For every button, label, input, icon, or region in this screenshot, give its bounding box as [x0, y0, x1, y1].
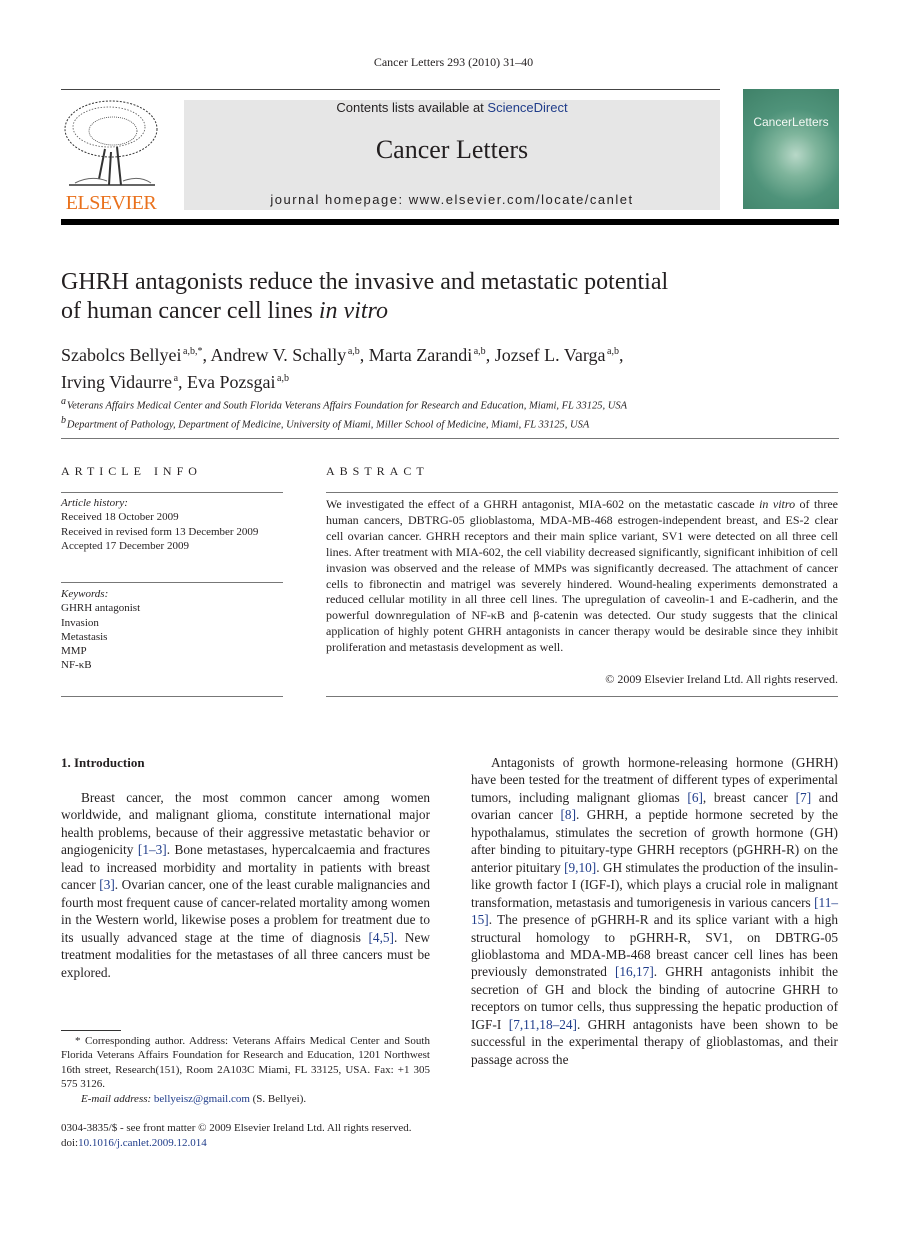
- citation-link[interactable]: [9,10]: [564, 860, 596, 875]
- citation-link[interactable]: [4,5]: [369, 930, 394, 945]
- running-head: Cancer Letters 293 (2010) 31–40: [373, 55, 534, 69]
- sciencedirect-link[interactable]: ScienceDirect: [487, 100, 567, 115]
- doi-line: doi:10.1016/j.canlet.2009.12.014: [61, 1136, 561, 1151]
- doi-prefix: doi:: [61, 1136, 79, 1149]
- author-line-1: Szabolcs Bellyei a,b,*, Andrew V. Schall…: [61, 340, 841, 367]
- keyword-item: Invasion: [61, 616, 99, 629]
- article-info-rule: [61, 492, 283, 493]
- footnote-address: * Corresponding author. Address: Veteran…: [61, 1035, 430, 1091]
- keywords: Keywords: GHRH antagonist Invasion Metas…: [61, 587, 291, 673]
- author[interactable]: Eva Pozsgai: [187, 372, 275, 392]
- citation-link[interactable]: [3]: [99, 877, 115, 892]
- tree-icon: [64, 100, 158, 186]
- title-line-2-plain: of human cancer cell lines: [61, 298, 319, 324]
- journal-name: Cancer Letters: [375, 135, 529, 164]
- paragraph: Breast cancer, the most common cancer am…: [61, 789, 430, 981]
- affiliation-item: b Department of Pathology, Department of…: [61, 414, 841, 433]
- issn-line: 0304-3835/$ - see front matter © 2009 El…: [61, 1122, 412, 1134]
- abstract-copyright: © 2009 Elsevier Ireland Ltd. All rights …: [605, 672, 838, 686]
- affiliation-text: Veterans Affairs Medical Center and Sout…: [66, 400, 628, 412]
- title-line-1: GHRH antagonists reduce the invasive and…: [61, 269, 669, 295]
- citation-link[interactable]: [6]: [687, 790, 703, 805]
- email-label: E-mail address:: [81, 1092, 154, 1105]
- citation-link[interactable]: [7]: [796, 790, 812, 805]
- author-list: Szabolcs Bellyei a,b,*, Andrew V. Schall…: [61, 340, 841, 394]
- keyword-item: Metastasis: [61, 630, 108, 643]
- header-top-rule: [61, 89, 720, 90]
- author[interactable]: Marta Zarandi: [369, 345, 472, 365]
- keyword-item: NF-κB: [61, 659, 92, 672]
- title-line-2: of human cancer cell lines in vitro: [61, 297, 821, 326]
- body-text: , breast cancer: [702, 789, 796, 805]
- abstract-rule: [326, 492, 838, 493]
- body-column-right: Antagonists of growth hormone-releasing …: [471, 754, 838, 1068]
- history-label: Article history:: [61, 497, 128, 509]
- article-history: Article history: Received 18 October 200…: [61, 496, 291, 553]
- citation-link[interactable]: [7,11,18–24]: [509, 1017, 577, 1032]
- history-item: Received in revised form 13 December 200…: [61, 525, 259, 538]
- author-affiliation-mark: a,b,*: [183, 346, 203, 357]
- contents-prefix: Contents lists available at: [336, 100, 488, 115]
- author[interactable]: Irving Vidaurre: [61, 372, 172, 392]
- author[interactable]: Szabolcs Bellyei: [61, 345, 181, 365]
- article-info-heading: ARTICLE INFO: [61, 464, 202, 478]
- email-link[interactable]: bellyeisz@gmail.com: [154, 1093, 250, 1105]
- affiliation-text: Department of Pathology, Department of M…: [66, 419, 590, 430]
- affiliation-item: a Veterans Affairs Medical Center and So…: [61, 395, 841, 414]
- keywords-label: Keywords:: [61, 588, 109, 600]
- keyword-item: MMP: [61, 645, 87, 658]
- doi-link[interactable]: 10.1016/j.canlet.2009.12.014: [78, 1137, 207, 1149]
- abstract-heading: ABSTRACT: [326, 464, 429, 478]
- history-item: Accepted 17 December 2009: [61, 539, 189, 552]
- citation-link[interactable]: [16,17]: [615, 964, 654, 979]
- contents-line: Contents lists available at ScienceDirec…: [184, 100, 720, 115]
- article-info-bottom-rule: [61, 696, 283, 697]
- abstract-text: We investigated the effect of a GHRH ant…: [326, 497, 838, 656]
- corresponding-author-footnote: * Corresponding author. Address: Veteran…: [61, 1034, 430, 1106]
- author-affiliation-mark: a,b: [347, 346, 360, 357]
- section-heading-introduction: 1. Introduction: [61, 755, 145, 770]
- footnote-email-line: E-mail address: bellyeisz@gmail.com (S. …: [61, 1092, 430, 1106]
- citation-link[interactable]: [1–3]: [138, 842, 167, 857]
- cover-title: CancerLetters: [753, 115, 829, 129]
- header-thick-rule: [61, 219, 839, 225]
- author[interactable]: Jozsef L. Varga: [495, 345, 606, 365]
- elsevier-wordmark: ELSEVIER: [65, 192, 157, 214]
- abstract-bottom-rule: [326, 696, 838, 697]
- abstract-part: We investigated the effect of a GHRH ant…: [326, 497, 760, 511]
- affiliation-mark: b: [61, 414, 66, 426]
- journal-homepage[interactable]: journal homepage: www.elsevier.com/locat…: [184, 192, 720, 207]
- author-separator: ,: [359, 345, 369, 365]
- email-suffix: (S. Bellyei).: [249, 1092, 307, 1105]
- author-line-2: Irving Vidaurre a, Eva Pozsgai a,b: [61, 367, 841, 394]
- section-rule: [61, 438, 839, 439]
- author-affiliation-mark: a,b: [277, 373, 289, 384]
- abstract-italic: in vitro: [759, 497, 796, 511]
- author-separator: ,: [618, 345, 624, 365]
- footnote-rule: [61, 1030, 121, 1031]
- author-affiliation-mark: a,b: [473, 346, 486, 357]
- journal-cover-image: [743, 89, 839, 209]
- body-column-left: Breast cancer, the most common cancer am…: [61, 789, 430, 981]
- keywords-rule: [61, 582, 283, 583]
- author[interactable]: Andrew V. Schally: [210, 345, 346, 365]
- history-item: Received 18 October 2009: [61, 511, 179, 524]
- title-line-2-italic: in vitro: [318, 298, 388, 324]
- affiliation-mark: a: [61, 396, 66, 407]
- author-separator: ,: [485, 345, 495, 365]
- affiliations: a Veterans Affairs Medical Center and So…: [61, 395, 841, 432]
- keyword-item: GHRH antagonist: [61, 602, 141, 615]
- author-affiliation-mark: a,b: [607, 346, 619, 357]
- citation-link[interactable]: [8]: [561, 807, 577, 822]
- article-title: GHRH antagonists reduce the invasive and…: [61, 268, 821, 326]
- front-matter: 0304-3835/$ - see front matter © 2009 El…: [61, 1121, 561, 1150]
- paragraph: Antagonists of growth hormone-releasing …: [471, 754, 838, 1068]
- author-separator: ,: [178, 372, 188, 392]
- abstract-part: of three human cancers, DBTRG-05 gliobla…: [326, 497, 839, 655]
